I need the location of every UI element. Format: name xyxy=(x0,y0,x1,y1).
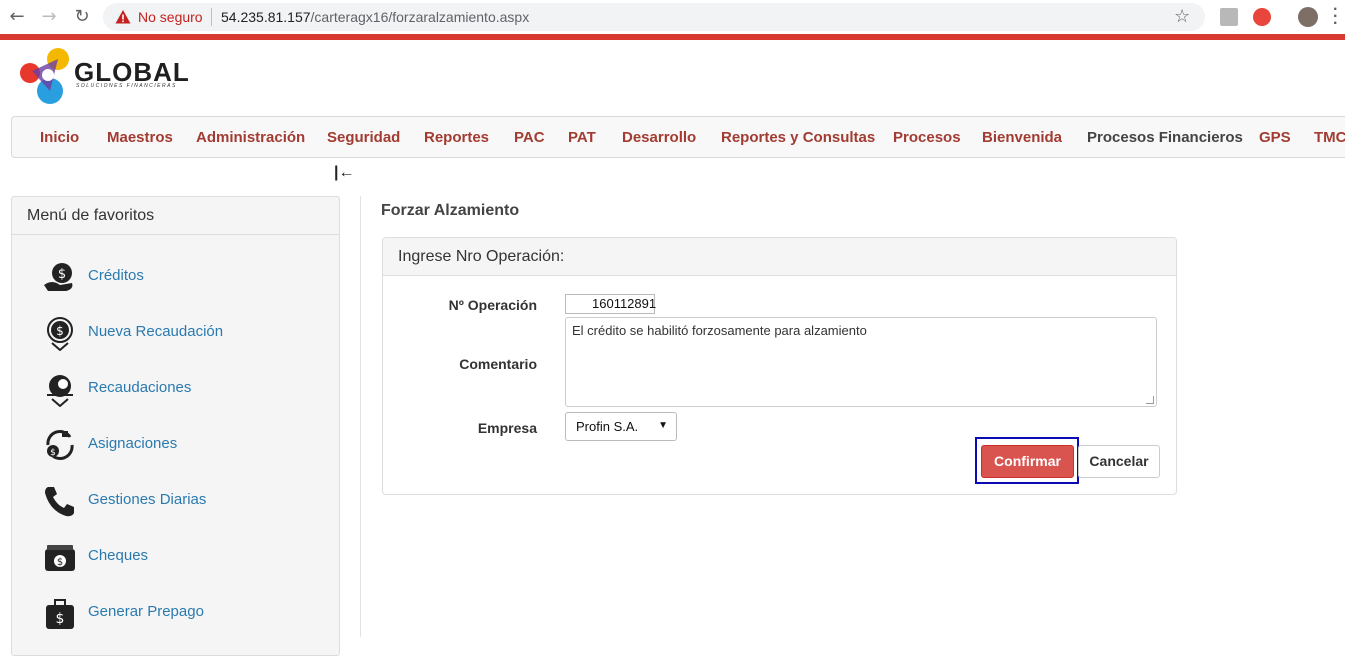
money-hand-icon: $ xyxy=(44,263,73,291)
svg-text:$: $ xyxy=(56,611,65,627)
coins-down-icon xyxy=(47,375,73,407)
extension-badge-icon[interactable] xyxy=(1253,8,1271,26)
sidebar-item-label: Créditos xyxy=(88,267,144,284)
comment-textarea[interactable]: El crédito se habilitó forzosamente para… xyxy=(565,317,1157,407)
wallet-icon: $ xyxy=(45,545,75,571)
address-bar[interactable]: No seguro 54.235.81.157/carteragx16/forz… xyxy=(103,3,1205,31)
sidebar-item-label: Nueva Recaudación xyxy=(88,323,224,340)
menu-pac[interactable]: PAC xyxy=(514,129,545,146)
menu-inicio[interactable]: Inicio xyxy=(40,129,79,146)
url-text: 54.235.81.157/carteragx16/forzaralzamien… xyxy=(221,9,530,25)
svg-text:$: $ xyxy=(58,267,66,282)
briefcase-money-icon: $ xyxy=(46,599,74,629)
sidebar-item-gestiones-diarias[interactable]: Gestiones Diarias xyxy=(42,483,332,523)
menu-administracion[interactable]: Administración xyxy=(196,129,305,146)
browser-menu-icon[interactable]: · · · xyxy=(1333,2,1338,32)
main-menu: Inicio Maestros Administración Seguridad… xyxy=(11,116,1345,158)
sidebar-item-label: Recaudaciones xyxy=(88,379,192,396)
global-logo[interactable]: GLOBAL SOLUCIONES FINANCIERAS xyxy=(18,45,193,107)
reload-icon[interactable]: ↻ xyxy=(71,6,93,28)
sidebar-item-cheques[interactable]: $ Cheques xyxy=(42,539,332,579)
favorites-sidebar: Menú de favoritos $ Créditos $ Nueva Rec… xyxy=(11,196,340,656)
menu-desarrollo[interactable]: Desarrollo xyxy=(622,129,696,146)
company-selected-value: Profin S.A. xyxy=(576,419,639,434)
logo-tagline: SOLUCIONES FINANCIERAS xyxy=(76,83,177,89)
company-label: Empresa xyxy=(477,420,537,436)
company-select[interactable]: Profin S.A. ▼ xyxy=(565,412,677,441)
logo-mark-icon xyxy=(20,48,69,104)
menu-gps[interactable]: GPS xyxy=(1259,129,1291,146)
cancel-button[interactable]: Cancelar xyxy=(1078,445,1160,478)
warning-icon xyxy=(115,10,131,24)
menu-procesos[interactable]: Procesos xyxy=(893,129,961,146)
back-arrow-icon[interactable]: ← xyxy=(6,6,28,28)
menu-procesos-financieros[interactable]: Procesos Financieros xyxy=(1087,129,1243,146)
menu-reportes[interactable]: Reportes xyxy=(424,129,489,146)
menu-pat[interactable]: PAT xyxy=(568,129,596,146)
sidebar-item-generar-prepago[interactable]: $ Generar Prepago xyxy=(42,595,332,635)
content-divider xyxy=(360,196,361,637)
profile-avatar[interactable] xyxy=(1298,7,1318,27)
sidebar-item-label: Cheques xyxy=(88,547,149,564)
sidebar-item-label: Generar Prepago xyxy=(88,603,204,620)
menu-tmc[interactable]: TMC xyxy=(1314,129,1345,146)
sidebar-item-asignaciones[interactable]: $ Asignaciones xyxy=(42,427,332,467)
comment-text: El crédito se habilitó forzosamente para… xyxy=(572,323,867,338)
confirm-button[interactable]: Confirmar xyxy=(981,445,1074,478)
sidebar-item-label: Asignaciones xyxy=(88,435,178,452)
page-title: Forzar Alzamiento xyxy=(381,202,520,219)
header-accent-bar xyxy=(0,34,1345,40)
sidebar-item-label: Gestiones Diarias xyxy=(88,491,207,508)
svg-text:$: $ xyxy=(56,324,64,338)
sidebar-item-recaudaciones[interactable]: Recaudaciones xyxy=(42,371,332,411)
pdf-extension-icon[interactable] xyxy=(1220,8,1238,26)
collapse-sidebar-icon[interactable]: |← xyxy=(334,164,354,182)
omnibox-divider xyxy=(211,8,212,26)
operation-panel: Ingrese Nro Operación: Nº Operación 1601… xyxy=(382,237,1177,495)
bookmark-star-icon[interactable]: ☆ xyxy=(1174,6,1190,27)
menu-maestros[interactable]: Maestros xyxy=(107,129,173,146)
svg-text:$: $ xyxy=(57,557,63,568)
comment-label: Comentario xyxy=(459,356,537,372)
panel-heading: Ingrese Nro Operación: xyxy=(383,238,1176,276)
operation-number-input[interactable]: 160112891 xyxy=(565,294,656,314)
money-down-icon: $ xyxy=(47,317,73,351)
sidebar-item-nueva-recaudacion[interactable]: $ Nueva Recaudación xyxy=(42,315,332,355)
svg-text:$: $ xyxy=(50,448,56,458)
menu-seguridad[interactable]: Seguridad xyxy=(327,129,400,146)
phone-icon xyxy=(45,487,74,517)
resize-grip-icon[interactable] xyxy=(1146,396,1154,404)
security-label: No seguro xyxy=(138,9,203,25)
menu-reportes-consultas[interactable]: Reportes y Consultas xyxy=(721,129,875,146)
dropdown-arrow-icon: ▼ xyxy=(658,420,668,431)
browser-toolbar: ← → ↻ No seguro 54.235.81.157/carteragx1… xyxy=(0,0,1345,34)
money-cycle-icon: $ xyxy=(46,430,74,460)
sidebar-item-creditos[interactable]: $ Créditos xyxy=(42,259,332,299)
operation-label: Nº Operación xyxy=(448,297,537,313)
forward-arrow-icon[interactable]: → xyxy=(38,6,60,28)
sidebar-title: Menú de favoritos xyxy=(12,197,339,235)
menu-bienvenida[interactable]: Bienvenida xyxy=(982,129,1062,146)
